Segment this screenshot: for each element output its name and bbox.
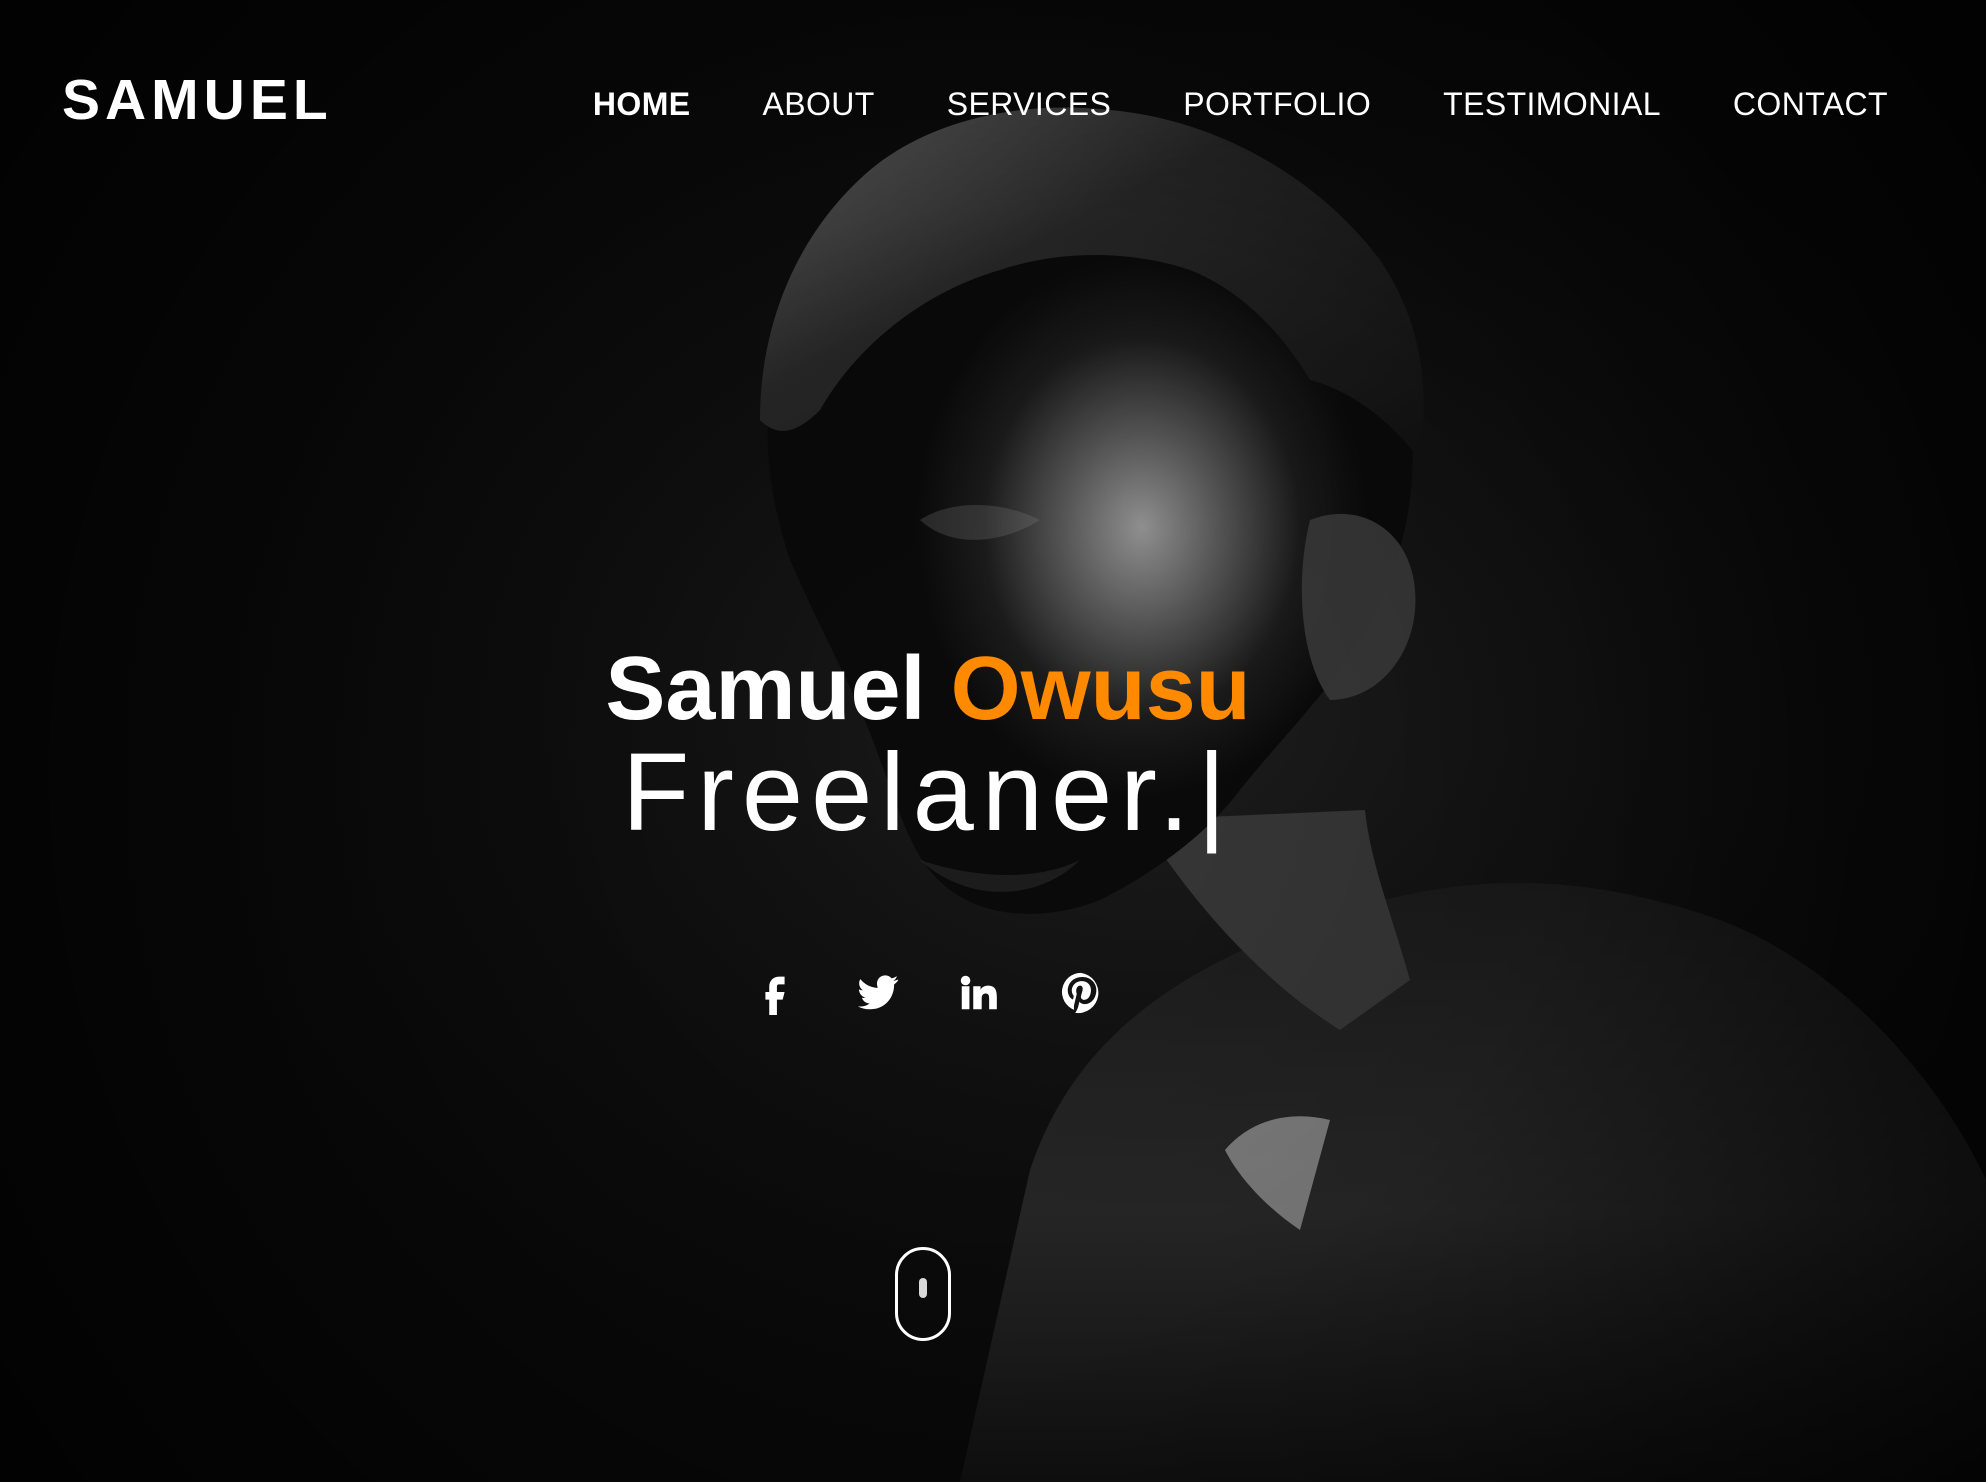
pinterest-icon (1058, 969, 1104, 1020)
facebook-link[interactable] (747, 966, 803, 1022)
nav-link-testimonial[interactable]: TESTIMONIAL (1443, 88, 1661, 120)
hero-role-text: Freelaner. (622, 731, 1198, 854)
hero-title: Samuel Owusu (0, 644, 1856, 734)
hero-first-name: Samuel (605, 639, 926, 740)
pinterest-link[interactable] (1053, 966, 1109, 1022)
linkedin-link[interactable] (951, 966, 1007, 1022)
hero-last-name: Owusu (950, 639, 1251, 740)
landing-page: SAMUEL HOME ABOUT SERVICES PORTFOLIO TES… (0, 0, 1986, 1482)
scroll-down-indicator[interactable] (895, 1247, 951, 1341)
typing-cursor: | (1197, 731, 1234, 854)
hero-role: Freelaner.| (0, 738, 1856, 848)
linkedin-icon (956, 969, 1002, 1020)
twitter-link[interactable] (849, 966, 905, 1022)
nav-link-portfolio[interactable]: PORTFOLIO (1183, 88, 1371, 120)
nav-link-about[interactable]: ABOUT (763, 88, 875, 120)
main-navigation: HOME ABOUT SERVICES PORTFOLIO TESTIMONIA… (593, 88, 1888, 120)
nav-link-contact[interactable]: CONTACT (1733, 88, 1888, 120)
facebook-icon (752, 969, 798, 1020)
social-links (0, 966, 1856, 1022)
twitter-icon (854, 969, 900, 1020)
nav-link-services[interactable]: SERVICES (947, 88, 1111, 120)
mouse-wheel (919, 1278, 927, 1298)
nav-link-home[interactable]: HOME (593, 88, 691, 120)
hero-section: Samuel Owusu Freelaner.| (0, 0, 1986, 1482)
site-header: SAMUEL HOME ABOUT SERVICES PORTFOLIO TES… (0, 0, 1986, 210)
site-logo[interactable]: SAMUEL (62, 72, 333, 129)
